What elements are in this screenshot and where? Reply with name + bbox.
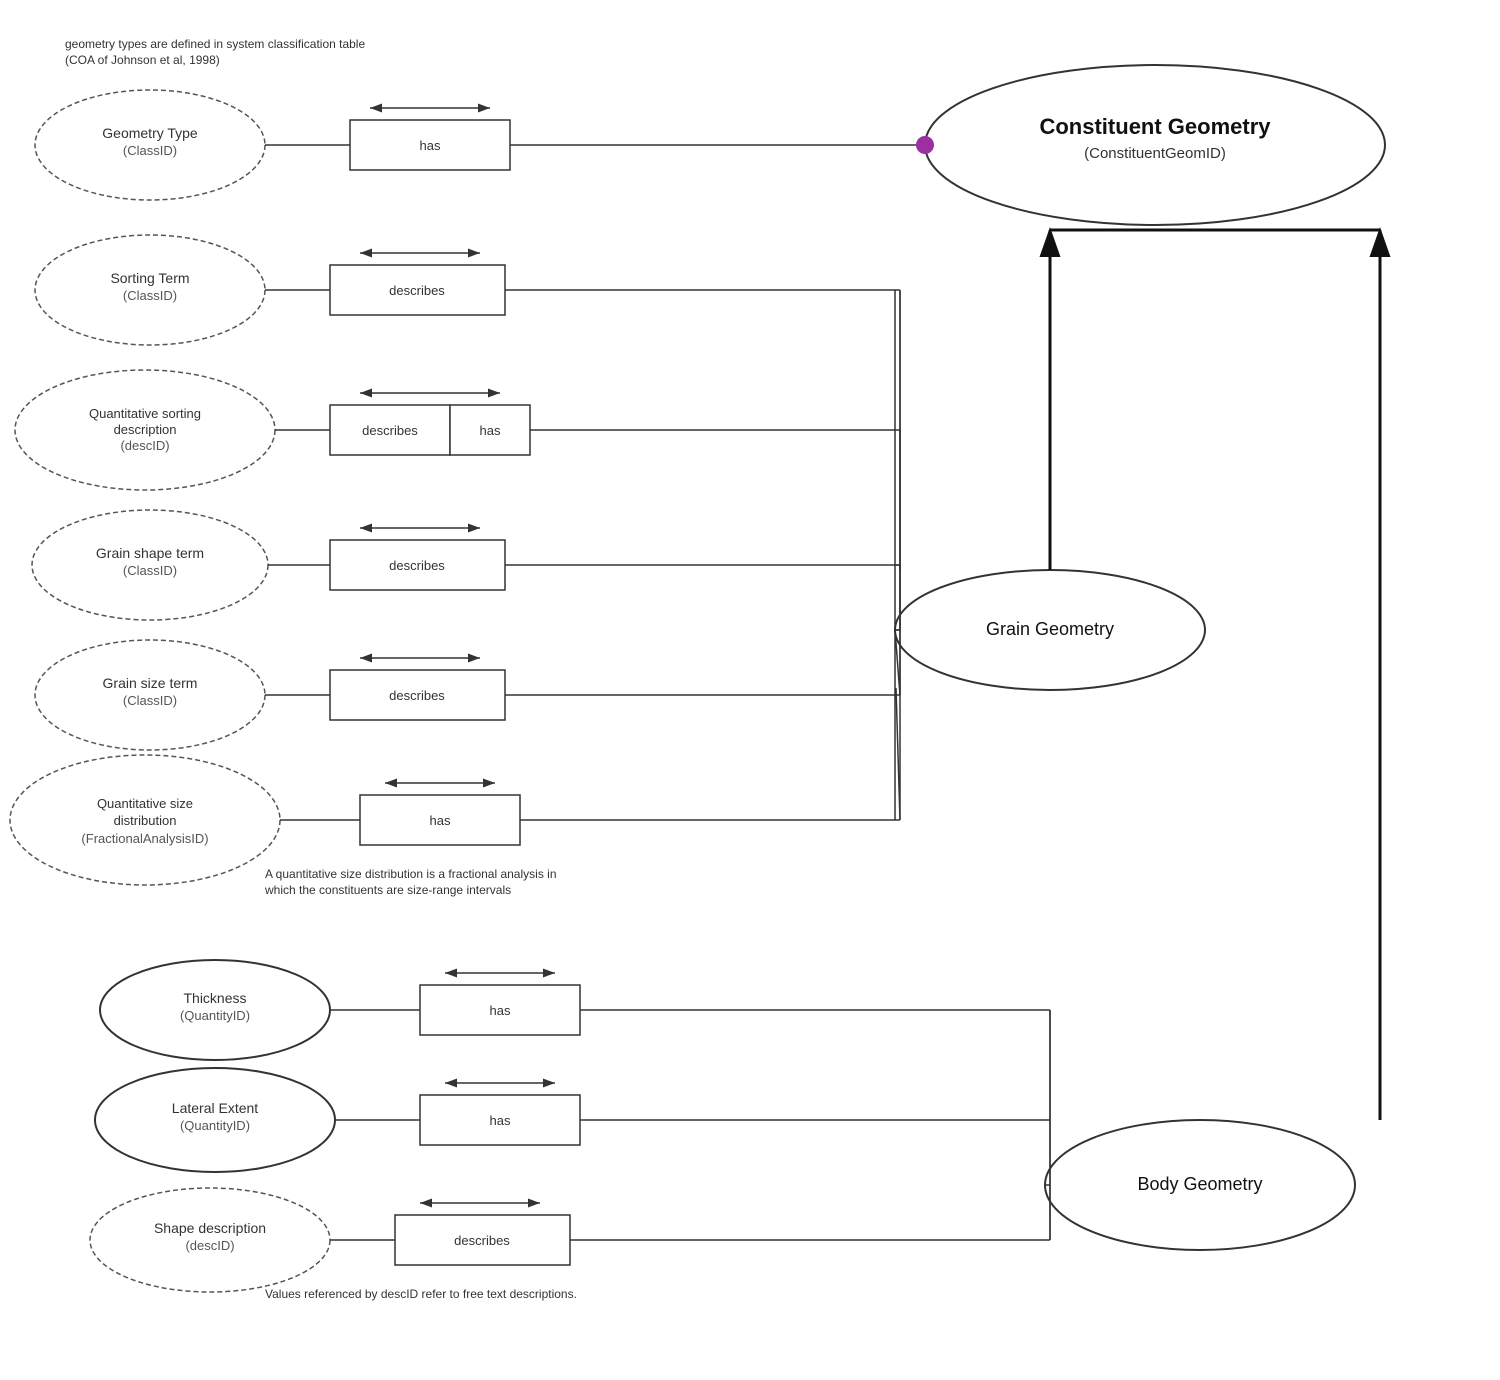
quant-sorting-label: Quantitative sorting (89, 406, 201, 421)
top-note-line1: geometry types are defined in system cla… (65, 37, 365, 51)
has-label-2: has (480, 423, 501, 438)
grain-size-sublabel: (ClassID) (123, 693, 177, 708)
lateral-extent-sublabel: (QuantityID) (180, 1118, 250, 1133)
grain-size-label: Grain size term (103, 675, 198, 691)
body-geometry-label: Body Geometry (1137, 1174, 1262, 1194)
qsd-note-2: which the constituents are size-range in… (264, 883, 511, 897)
quant-sorting-sublabel: (descID) (120, 438, 169, 453)
constituent-geometry-sublabel: (ConstituentGeomID) (1084, 145, 1226, 162)
grain-shape-sublabel: (ClassID) (123, 563, 177, 578)
describes-label-2: describes (362, 423, 418, 438)
geometry-type-label: Geometry Type (102, 125, 198, 141)
has-label-1: has (420, 138, 441, 153)
quant-size-sublabel: (FractionalAnalysisID) (81, 831, 208, 846)
quant-size-label1: Quantitative size (97, 796, 193, 811)
geometry-type-sublabel: (ClassID) (123, 143, 177, 158)
thickness-sublabel: (QuantityID) (180, 1008, 250, 1023)
has-label-4: has (490, 1003, 511, 1018)
shape-desc-label: Shape description (154, 1220, 266, 1236)
describes-label-5: describes (454, 1233, 510, 1248)
thickness-label: Thickness (183, 990, 246, 1006)
quant-sorting-label2: description (114, 422, 177, 437)
has-label-3: has (430, 813, 451, 828)
grain-shape-label: Grain shape term (96, 545, 204, 561)
describes-label-4: describes (389, 688, 445, 703)
has-label-5: has (490, 1113, 511, 1128)
shape-desc-sublabel: (descID) (185, 1238, 234, 1253)
sorting-term-label: Sorting Term (110, 270, 189, 286)
constituent-geometry-label: Constituent Geometry (1039, 114, 1271, 139)
qsd-note-1: A quantitative size distribution is a fr… (265, 867, 557, 881)
sorting-term-sublabel: (ClassID) (123, 288, 177, 303)
grain-geometry-label: Grain Geometry (986, 619, 1114, 639)
top-note-line2: (COA of Johnson et al, 1998) (65, 53, 220, 67)
shape-note: Values referenced by descID refer to fre… (265, 1287, 577, 1301)
describes-label-1: describes (389, 283, 445, 298)
describes-label-3: describes (389, 558, 445, 573)
purple-dot (916, 136, 934, 154)
quant-size-label2: distribution (114, 813, 177, 828)
lateral-extent-label: Lateral Extent (172, 1100, 258, 1116)
